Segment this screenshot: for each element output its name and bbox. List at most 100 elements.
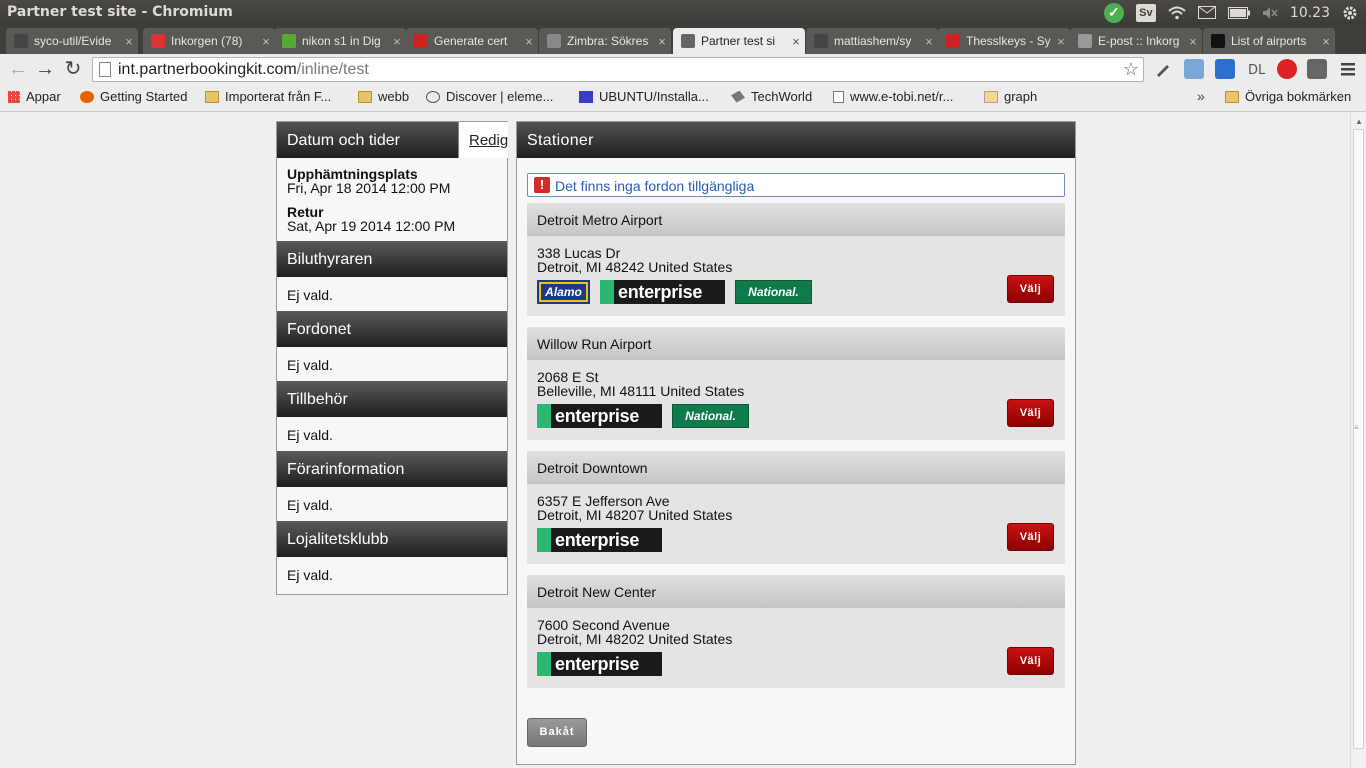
select-station-button[interactable]: Välj xyxy=(1007,647,1054,675)
browser-tab[interactable]: Thesslkeys - Sy × xyxy=(938,28,1070,54)
brand-logo-text: National. xyxy=(748,285,799,299)
station-city: Belleville, MI 48111 United States xyxy=(537,383,745,399)
station-name: Detroit Metro Airport xyxy=(527,203,1065,236)
bookmark-getting-started[interactable]: Getting Started xyxy=(80,89,187,104)
station-street: 2068 E St xyxy=(537,369,599,385)
forward-arrow-icon[interactable]: → xyxy=(33,57,57,81)
bookmark-webb-folder[interactable]: webb xyxy=(358,89,409,104)
browser-tab[interactable]: syco-util/Evide × xyxy=(6,28,138,54)
keyboard-layout-indicator[interactable]: Sv xyxy=(1135,3,1156,22)
tab-favicon-icon xyxy=(1211,34,1225,48)
mail-icon[interactable] xyxy=(1197,0,1216,25)
clock[interactable]: 10.23 xyxy=(1290,0,1330,25)
exclamation-icon: ! xyxy=(534,177,550,193)
page-icon xyxy=(99,62,111,77)
url-text[interactable]: int.partnerbookingkit.com/inline/test xyxy=(118,61,369,79)
bookmark-techworld[interactable]: TechWorld xyxy=(731,89,812,104)
back-button[interactable]: Bakåt xyxy=(527,718,587,747)
extension-dl-icon[interactable]: DL xyxy=(1246,59,1266,79)
enterprise-logo: enterprise xyxy=(537,528,662,552)
summary-section-value: Ej vald. xyxy=(287,497,333,513)
tab-close-icon[interactable]: × xyxy=(1317,34,1335,49)
browser-tab[interactable]: List of airports × xyxy=(1203,28,1335,54)
select-station-button[interactable]: Välj xyxy=(1007,523,1054,551)
address-bar[interactable]: int.partnerbookingkit.com/inline/test ☆ xyxy=(92,57,1144,82)
bookmark-label: webb xyxy=(378,89,410,104)
browser-tab[interactable]: Partner test si × xyxy=(673,28,805,54)
scrollbar-thumb[interactable] xyxy=(1353,129,1364,749)
summary-section-value: Ej vald. xyxy=(287,357,333,373)
scroll-up-arrow-icon[interactable]: ▲ xyxy=(1355,117,1363,126)
summary-section-header: Lojalitetsklubb xyxy=(277,521,507,557)
extension-chart-icon[interactable] xyxy=(1307,59,1327,79)
station-city: Detroit, MI 48202 United States xyxy=(537,631,733,647)
browser-tab[interactable]: nikon s1 in Dig × xyxy=(274,28,406,54)
tab-close-icon[interactable]: × xyxy=(520,34,538,49)
bookmark-apps[interactable]: Appar xyxy=(8,89,61,104)
select-station-button[interactable]: Välj xyxy=(1007,275,1054,303)
volume-muted-icon[interactable] xyxy=(1262,0,1278,25)
extension-pen-icon[interactable] xyxy=(1153,59,1173,79)
edit-dates-link[interactable]: Redigera xyxy=(458,122,508,158)
sync-check-icon[interactable]: ✓ xyxy=(1103,2,1124,23)
pickup-label: Upphämtningsplats xyxy=(287,166,418,182)
browser-tab[interactable]: mattiashem/sy × xyxy=(806,28,938,54)
browser-tab[interactable]: Zimbra: Sökres × xyxy=(539,28,671,54)
brand-logo-text: enterprise xyxy=(555,529,640,550)
folder-icon xyxy=(1225,90,1239,103)
tab-close-icon[interactable]: × xyxy=(257,34,275,49)
bookmark-label: UBUNTU/Installa... xyxy=(599,89,709,104)
extension-grid-icon[interactable] xyxy=(1184,59,1204,79)
scrollbar-grip-icon: ≡ xyxy=(1354,423,1359,432)
bookmark-imported-folder[interactable]: Importerat från F... xyxy=(205,89,331,104)
bookmark-etobi[interactable]: www.e-tobi.net/r... xyxy=(833,89,953,104)
tab-favicon-icon xyxy=(414,34,428,48)
bookmark-ubuntu[interactable]: UBUNTU/Installa... xyxy=(579,89,709,104)
circle-icon xyxy=(426,90,440,103)
return-date: Sat, Apr 19 2014 12:00 PM xyxy=(287,218,456,234)
station-address: 6357 E Jefferson Ave Detroit, MI 48207 Un… xyxy=(537,494,732,522)
browser-tab[interactable]: E-post :: Inkorg × xyxy=(1070,28,1202,54)
tab-favicon-icon xyxy=(946,34,960,48)
battery-icon[interactable] xyxy=(1227,0,1250,25)
graph-icon xyxy=(984,90,998,103)
tab-close-icon[interactable]: × xyxy=(787,34,805,49)
back-arrow-icon[interactable]: ← xyxy=(6,57,30,81)
edit-label: Redigera xyxy=(469,132,508,149)
menu-hamburger-icon[interactable] xyxy=(1338,59,1358,79)
tab-close-icon[interactable]: × xyxy=(653,34,671,49)
settings-gear-icon[interactable] xyxy=(1342,0,1358,25)
folder-icon xyxy=(205,90,219,103)
page-scrollbar[interactable]: ▲ ≡ xyxy=(1350,113,1366,768)
tab-close-icon[interactable]: × xyxy=(388,34,406,49)
bookmarks-overflow-chevron-icon[interactable]: » xyxy=(1197,88,1205,104)
brand-logos: enterprise xyxy=(537,528,662,552)
bookmark-label: graph xyxy=(1004,89,1038,104)
bookmark-discover[interactable]: Discover | eleme... xyxy=(426,89,553,104)
tab-close-icon[interactable]: × xyxy=(120,34,138,49)
extension-blue-icon[interactable] xyxy=(1215,59,1235,79)
tab-title: E-post :: Inkorg xyxy=(1098,34,1180,48)
url-path: /inline/test xyxy=(296,61,369,78)
browser-tab[interactable]: Generate cert × xyxy=(406,28,538,54)
reload-icon[interactable]: ↻ xyxy=(61,57,85,81)
tab-close-icon[interactable]: × xyxy=(1052,34,1070,49)
tab-close-icon[interactable]: × xyxy=(920,34,938,49)
bookmark-graph[interactable]: graph xyxy=(984,89,1037,104)
station-card: Detroit New Center 7600 Second Avenue Detr… xyxy=(527,575,1065,688)
select-station-button[interactable]: Välj xyxy=(1007,399,1054,427)
apps-grid-icon xyxy=(8,90,20,103)
bookmark-star-icon[interactable]: ☆ xyxy=(1123,59,1139,80)
wifi-icon[interactable] xyxy=(1168,0,1186,25)
tab-close-icon[interactable]: × xyxy=(1184,34,1202,49)
station-card: Willow Run Airport 2068 E St Belleville, M… xyxy=(527,327,1065,440)
bookmark-other-folder[interactable]: Övriga bokmärken xyxy=(1225,89,1351,104)
return-label: Retur xyxy=(287,204,324,220)
ubuntu-v-icon xyxy=(579,90,593,103)
tab-title: mattiashem/sy xyxy=(834,34,912,48)
extension-power-icon[interactable] xyxy=(1277,59,1297,79)
tab-title: nikon s1 in Dig xyxy=(302,34,381,48)
tab-strip: syco-util/Evide × Inkorgen (78) × nikon s1 i… xyxy=(0,25,1366,54)
browser-tab[interactable]: Inkorgen (78) × xyxy=(143,28,275,54)
station-street: 338 Lucas Dr xyxy=(537,245,621,261)
